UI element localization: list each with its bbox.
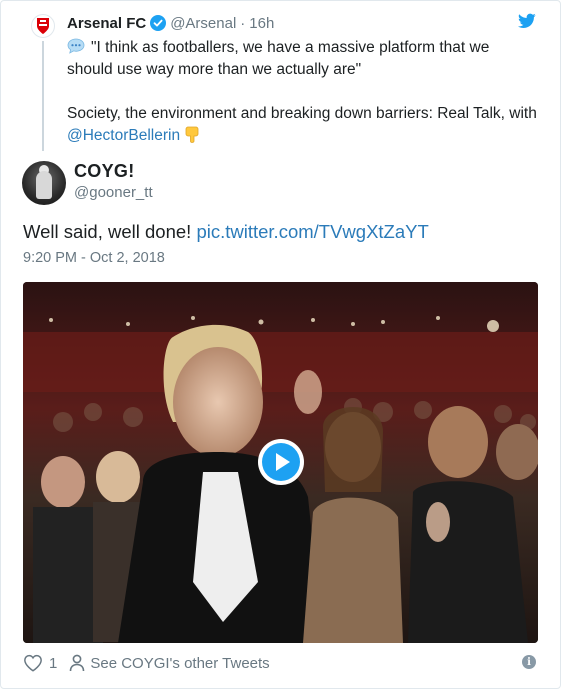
parent-body-paragraph: Society, the environment and breaking do…	[67, 103, 537, 147]
avatar-figure-body	[36, 171, 52, 199]
tweet-body: Well said, well done!	[23, 221, 192, 242]
author-name[interactable]: COYG!	[74, 161, 135, 182]
mention-link[interactable]: @HectorBellerin	[67, 127, 180, 144]
speech-balloon-icon	[67, 38, 85, 54]
parent-quote-text: "I think as footballers, we have a massi…	[67, 39, 490, 78]
author-handle[interactable]: @gooner_tt	[74, 184, 153, 201]
parent-author-handle[interactable]: @Arsenal	[170, 15, 236, 32]
embedded-tweet-card: Arsenal FC @Arsenal · 16h "I think as foot…	[0, 0, 561, 689]
parent-body-text: Society, the environment and breaking do…	[67, 105, 537, 122]
media-link[interactable]: pic.twitter.com/TVwgXtZaYT	[196, 221, 428, 242]
twitter-bird-icon[interactable]	[518, 13, 536, 29]
parent-quote-paragraph: "I think as footballers, we have a massi…	[67, 37, 537, 81]
heart-icon[interactable]	[23, 654, 43, 672]
play-button[interactable]	[258, 439, 304, 485]
avatar[interactable]	[22, 161, 66, 205]
thread-line	[42, 41, 44, 151]
parent-tweet-time[interactable]: 16h	[249, 15, 274, 32]
backhand-index-pointing-down-icon	[185, 126, 199, 143]
play-icon	[262, 443, 300, 481]
parent-tweet-header: Arsenal FC @Arsenal · 16h	[67, 14, 274, 34]
info-icon[interactable]: i	[522, 655, 536, 669]
arsenal-crest-icon	[37, 18, 49, 34]
see-other-tweets-link[interactable]: See COYGI's other Tweets	[90, 655, 269, 672]
parent-tweet-text: "I think as footballers, we have a massi…	[67, 37, 537, 169]
person-icon	[70, 654, 85, 672]
verified-badge-icon	[150, 15, 167, 31]
arsenal-avatar[interactable]	[31, 14, 55, 38]
like-count[interactable]: 1	[49, 655, 57, 672]
tweet-timestamp[interactable]: 9:20 PM - Oct 2, 2018	[23, 250, 165, 266]
video-thumbnail[interactable]	[23, 282, 538, 643]
tweet-footer: 1 See COYGI's other Tweets i	[23, 653, 538, 673]
separator-dot: ·	[240, 15, 246, 32]
parent-author-name[interactable]: Arsenal FC	[67, 15, 146, 32]
tweet-text: Well said, well done! pic.twitter.com/TV…	[23, 221, 429, 243]
